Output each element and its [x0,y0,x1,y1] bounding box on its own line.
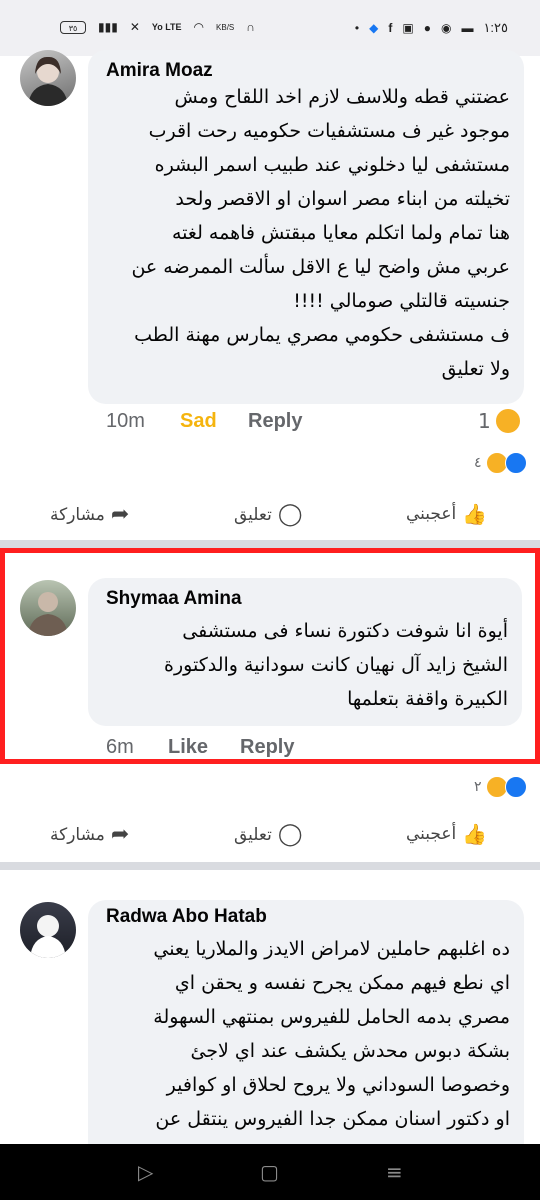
post-actions: مشاركة ➦ تعليق ◯ أعجبني 👍 [0,496,540,536]
person-icon [30,915,66,958]
share-icon: ➦ [110,502,130,527]
wifi-icon: ◠ [193,20,205,34]
comment-text: عضتني قطه وللاسف لازم اخد اللقاح ومش موج… [131,86,510,380]
headphones-icon: ∩ [246,20,255,34]
message-icon: ▬ [461,21,474,35]
signal-icon: ▮▮▮ [98,20,118,34]
reply-button[interactable]: Reply [248,410,302,433]
gallery-icon: ▣ [402,21,414,35]
share-button[interactable]: مشاركة ➦ [50,822,129,847]
comment-bubble[interactable]: Radwa Abo Hatab ده اغلبهم حاملين لامراض … [88,900,524,1160]
recents-icon[interactable]: ≡ [386,1160,403,1184]
comment-button[interactable]: تعليق ◯ [234,822,303,847]
share-button[interactable]: مشاركة ➦ [50,502,129,527]
status-bar: ٣٥ ▮▮▮ ✕ Yo LTE ◠ KB/S ∩ • ◆ f ▣ ● ◉ ▬ ١… [0,0,540,56]
thumbs-up-icon: 👍 [462,502,488,526]
comment-text: ده اغلبهم حاملين لامراض الايدز والملاريا… [153,938,510,1130]
like-button[interactable]: أعجبني 👍 [406,822,487,846]
person-icon [28,56,68,106]
comment-bubble[interactable]: Amira Moaz عضتني قطه وللاسف لازم اخد الل… [88,50,524,404]
messenger-icon: ● [423,21,431,35]
facebook-icon: f [388,21,393,35]
thumbs-up-icon: 👍 [462,822,488,846]
net-speed: KB/S [216,22,235,32]
like-button[interactable]: أعجبني 👍 [406,502,487,526]
signal-off-icon: ✕ [129,20,140,34]
network-label: Yo LTE [151,22,182,32]
avatar[interactable] [20,50,76,106]
share-icon: ➦ [110,822,130,847]
avatar[interactable] [20,902,76,958]
highlight-box [0,548,540,764]
post-actions: مشاركة ➦ تعليق ◯ أعجبني 👍 [0,816,540,856]
like-reaction-icon [504,776,527,798]
comment-icon: ◯ [277,502,303,527]
comment-author[interactable]: Amira Moaz [106,60,213,82]
like-reaction-icon [504,452,527,474]
reaction-sad-button[interactable]: Sad [180,410,217,433]
dot-icon: • [354,21,360,35]
comment-icon: ◯ [277,822,303,847]
back-icon[interactable]: ▷ [138,1160,153,1184]
mask [0,764,540,778]
whatsapp-icon: ◉ [440,21,452,35]
home-icon[interactable]: ▢ [260,1160,279,1184]
comment-time: 10m [106,410,145,432]
sad-reaction-icon [494,408,521,434]
post-reaction-summary[interactable]: ٤ [474,452,527,474]
battery-icon: ٣٥ [60,20,86,34]
app-icon: ◆ [369,21,379,35]
clock: ١:٢٥ [483,20,508,35]
post-reaction-summary[interactable]: ٢ [474,776,527,798]
divider [0,540,540,548]
comment-button[interactable]: تعليق ◯ [234,502,303,527]
divider [0,862,540,870]
comment-reaction-count[interactable]: 1 [478,408,521,434]
navigation-bar: ▷ ▢ ≡ [0,1144,540,1200]
comment-author[interactable]: Radwa Abo Hatab [106,906,267,928]
